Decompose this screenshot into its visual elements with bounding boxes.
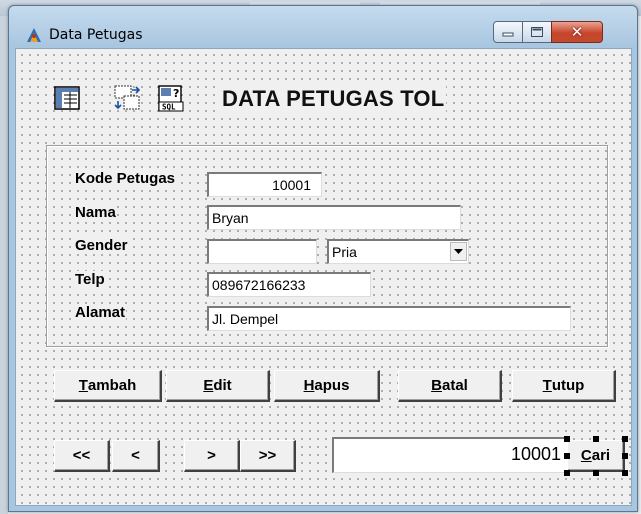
sql-query-icon[interactable]: ? SQL — [156, 83, 186, 113]
app-icon — [25, 26, 43, 44]
selection-handle[interactable] — [622, 470, 628, 476]
tutup-button[interactable]: Tutup — [512, 370, 616, 402]
close-icon: ✕ — [570, 23, 584, 41]
telp-field[interactable]: 089672166233 — [207, 272, 371, 297]
minimize-icon — [502, 32, 514, 37]
maximize-icon — [531, 27, 543, 37]
selection-handle[interactable] — [593, 436, 599, 442]
search-input[interactable]: 10001 — [332, 437, 568, 473]
data-petugas-window: Data Petugas ✕ ? SQL DATA PETUGAS TOL Ko… — [8, 5, 638, 512]
selection-handle[interactable] — [622, 453, 628, 459]
nama-label: Nama — [74, 204, 117, 221]
form-client-area: ? SQL DATA PETUGAS TOL Kode Petugas Nama… — [15, 48, 632, 506]
selection-handle[interactable] — [622, 436, 628, 442]
edit-button[interactable]: Edit — [166, 370, 270, 402]
cari-button[interactable]: Cari — [567, 440, 625, 472]
grid-view-icon[interactable] — [52, 83, 82, 113]
gender-field[interactable] — [207, 239, 317, 264]
first-record-button[interactable]: << — [54, 440, 110, 472]
selection-handle[interactable] — [593, 470, 599, 476]
telp-label: Telp — [74, 271, 106, 288]
window-title: Data Petugas — [49, 27, 143, 43]
next-record-button[interactable]: > — [184, 440, 240, 472]
svg-text:SQL: SQL — [162, 103, 176, 112]
selection-handle[interactable] — [564, 453, 570, 459]
tambah-button[interactable]: Tambah — [54, 370, 162, 402]
gender-select[interactable]: Pria — [327, 239, 469, 264]
form-heading: DATA PETUGAS TOL — [220, 86, 447, 112]
dropdown-arrow-icon[interactable] — [450, 242, 467, 261]
kode-petugas-label: Kode Petugas — [74, 170, 177, 187]
hapus-button[interactable]: Hapus — [274, 370, 380, 402]
close-button[interactable]: ✕ — [551, 21, 603, 43]
sort-arrows-icon[interactable] — [112, 83, 142, 113]
batal-button[interactable]: Batal — [398, 370, 502, 402]
alamat-label: Alamat — [74, 304, 127, 321]
nama-field[interactable]: Bryan — [207, 205, 461, 230]
minimize-button[interactable] — [493, 21, 523, 43]
gender-label: Gender — [74, 237, 129, 254]
background-ide-edge — [0, 16, 8, 514]
alamat-field[interactable]: Jl. Dempel — [207, 306, 571, 331]
selection-handle[interactable] — [564, 436, 570, 442]
maximize-button[interactable] — [522, 21, 552, 43]
title-bar[interactable]: Data Petugas ✕ — [9, 6, 637, 54]
last-record-button[interactable]: >> — [240, 440, 296, 472]
svg-text:?: ? — [173, 87, 179, 100]
selection-handle[interactable] — [564, 470, 570, 476]
previous-record-button[interactable]: < — [112, 440, 160, 472]
gender-selected-value: Pria — [332, 244, 357, 260]
kode-petugas-field[interactable]: 10001 — [207, 172, 322, 197]
